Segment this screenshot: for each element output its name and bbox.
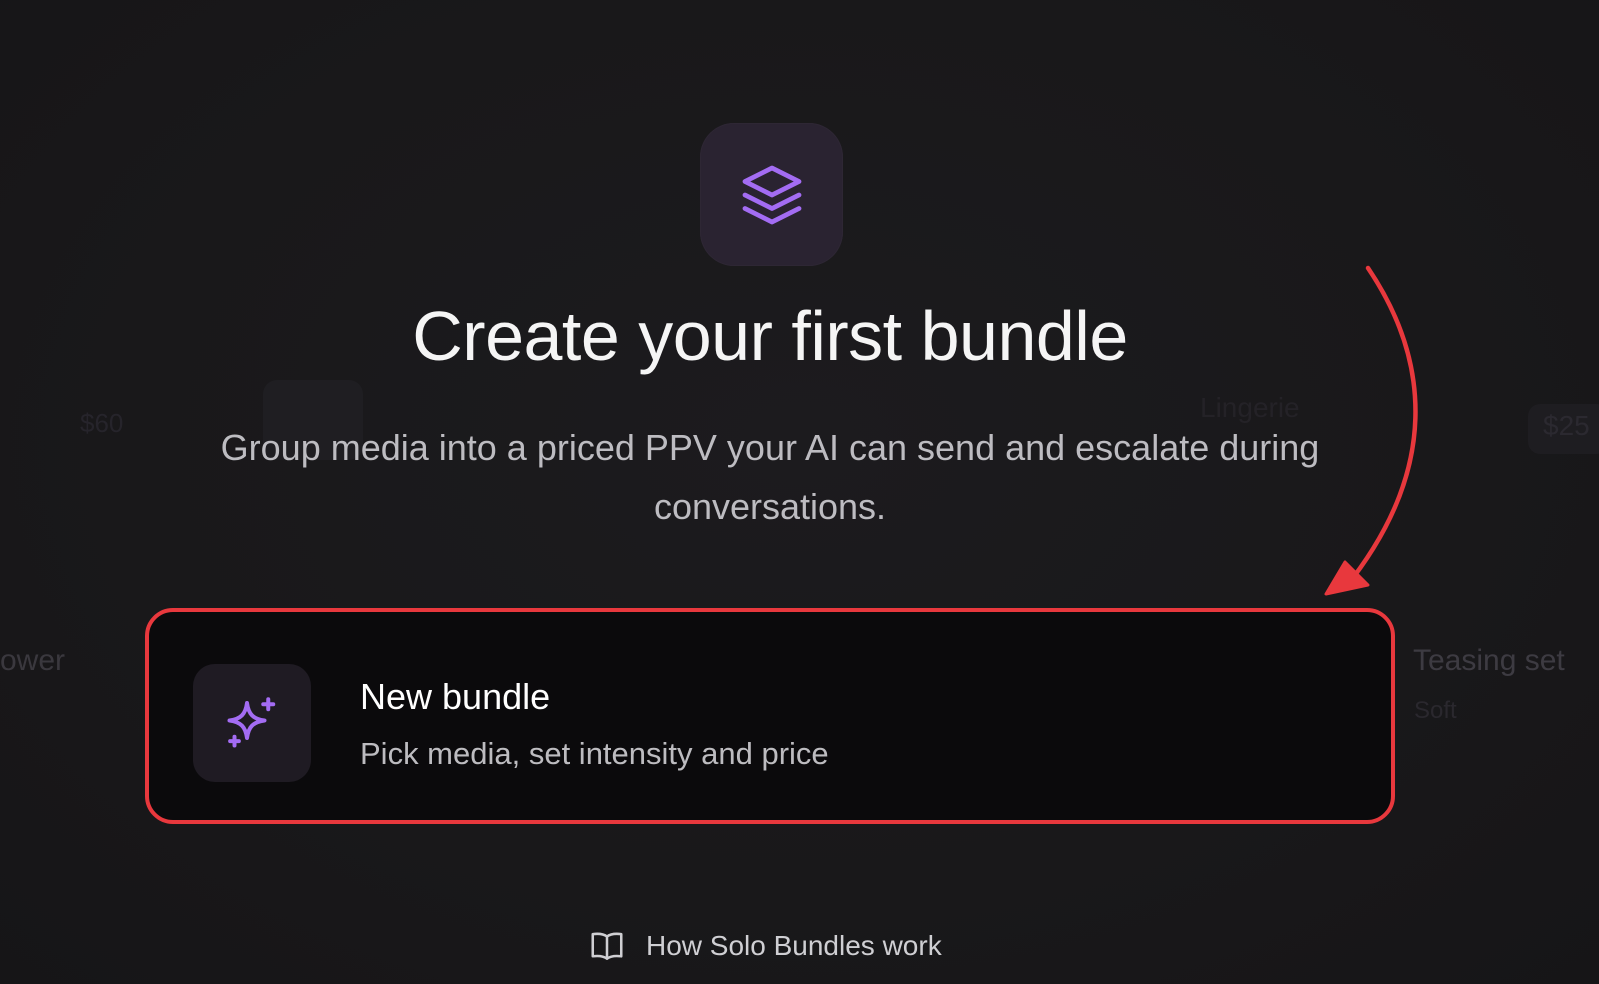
new-bundle-title: New bundle bbox=[360, 676, 551, 717]
background-label-right: Teasing set bbox=[1413, 644, 1565, 677]
how-it-works-link[interactable]: How Solo Bundles work bbox=[588, 927, 942, 965]
background-price-right: $25 bbox=[1543, 410, 1590, 441]
background-price-left: $60 bbox=[80, 408, 124, 438]
page-title: Create your first bundle bbox=[412, 297, 1128, 375]
sparkles-icon bbox=[227, 697, 276, 748]
layers-icon bbox=[742, 165, 801, 224]
empty-state-screen: $60 Lingerie $25 ower Teasing set Soft C… bbox=[0, 0, 1599, 984]
annotation-arrow-head bbox=[1324, 560, 1370, 596]
hero-icon-container bbox=[700, 123, 843, 266]
new-bundle-card[interactable]: New bundle Pick media, set intensity and… bbox=[145, 608, 1395, 824]
page-subtitle: Group media into a priced PPV your AI ca… bbox=[220, 427, 1320, 527]
book-open-icon bbox=[591, 932, 623, 960]
how-it-works-label: How Solo Bundles work bbox=[646, 930, 942, 961]
background-label-left: ower bbox=[0, 644, 66, 677]
background-sublabel-right: Soft bbox=[1414, 697, 1457, 724]
new-bundle-icon-container bbox=[193, 664, 311, 782]
new-bundle-description: Pick media, set intensity and price bbox=[360, 736, 829, 771]
